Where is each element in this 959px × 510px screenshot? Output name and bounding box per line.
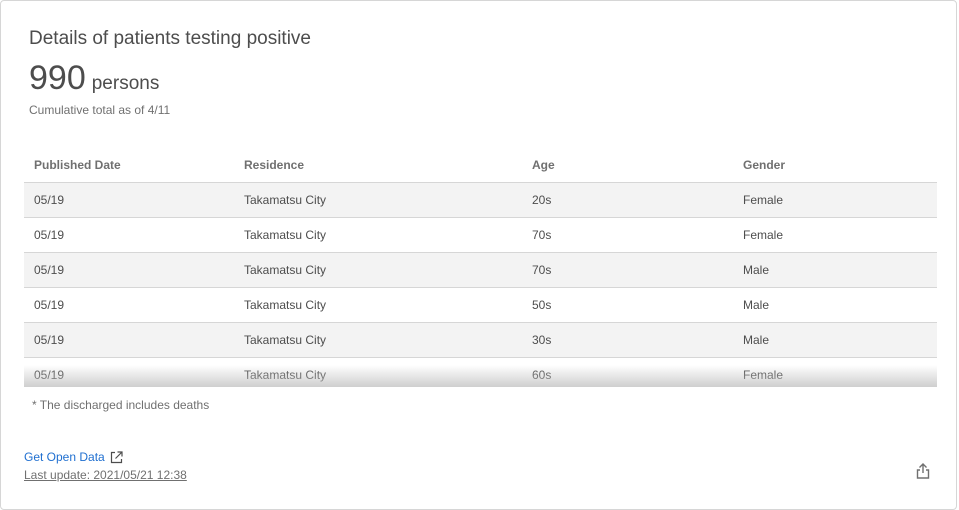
column-header-published-date[interactable]: Published Date [24, 147, 234, 183]
cell-residence: Takamatsu City [234, 287, 522, 323]
cell-age: 20s [522, 182, 733, 218]
table-row: 05/19 Takamatsu City 60s Female [24, 357, 937, 387]
cell-published-date: 05/19 [24, 322, 234, 358]
total-unit: persons [91, 73, 160, 94]
table-row: 05/19 Takamatsu City 30s Male [24, 322, 937, 358]
cell-published-date: 05/19 [24, 287, 234, 323]
cell-published-date: 05/19 [24, 217, 234, 253]
table-row: 05/19 Takamatsu City 70s Female [24, 217, 937, 253]
patients-table-container[interactable]: Published Date Residence Age Gender 05/1… [24, 147, 937, 387]
share-icon[interactable] [914, 462, 932, 480]
card-title: Details of patients testing positive [29, 28, 311, 49]
get-open-data-link[interactable]: Get Open Data [24, 450, 123, 464]
cell-gender: Female [733, 182, 937, 218]
external-link-icon [110, 450, 123, 463]
cell-gender: Male [733, 322, 937, 358]
column-header-age[interactable]: Age [522, 147, 733, 183]
cell-residence: Takamatsu City [234, 322, 522, 358]
cell-gender: Male [733, 287, 937, 323]
total-count: 990 persons [29, 59, 159, 98]
cell-residence: Takamatsu City [234, 357, 522, 387]
cell-published-date: 05/19 [24, 252, 234, 288]
table-row: 05/19 Takamatsu City 70s Male [24, 252, 937, 288]
column-header-residence[interactable]: Residence [234, 147, 522, 183]
table-row: 05/19 Takamatsu City 20s Female [24, 182, 937, 218]
cell-age: 70s [522, 217, 733, 253]
column-header-gender[interactable]: Gender [733, 147, 937, 183]
cell-residence: Takamatsu City [234, 217, 522, 253]
cell-gender: Female [733, 217, 937, 253]
get-open-data-label: Get Open Data [24, 450, 105, 464]
card-subtitle: Cumulative total as of 4/11 [29, 103, 171, 117]
total-value: 990 [29, 59, 86, 97]
footnote: * The discharged includes deaths [32, 398, 210, 412]
table-row: 05/19 Takamatsu City 50s Male [24, 287, 937, 323]
cell-age: 60s [522, 357, 733, 387]
cell-published-date: 05/19 [24, 357, 234, 387]
cell-residence: Takamatsu City [234, 252, 522, 288]
cell-gender: Female [733, 357, 937, 387]
cell-published-date: 05/19 [24, 182, 234, 218]
table-header-row: Published Date Residence Age Gender [24, 147, 937, 183]
patients-card: Details of patients testing positive 990… [0, 0, 957, 510]
last-update: Last update: 2021/05/21 12:38 [24, 468, 187, 482]
cell-age: 70s [522, 252, 733, 288]
cell-residence: Takamatsu City [234, 182, 522, 218]
cell-gender: Male [733, 252, 937, 288]
patients-table: Published Date Residence Age Gender 05/1… [24, 147, 937, 387]
cell-age: 30s [522, 322, 733, 358]
cell-age: 50s [522, 287, 733, 323]
